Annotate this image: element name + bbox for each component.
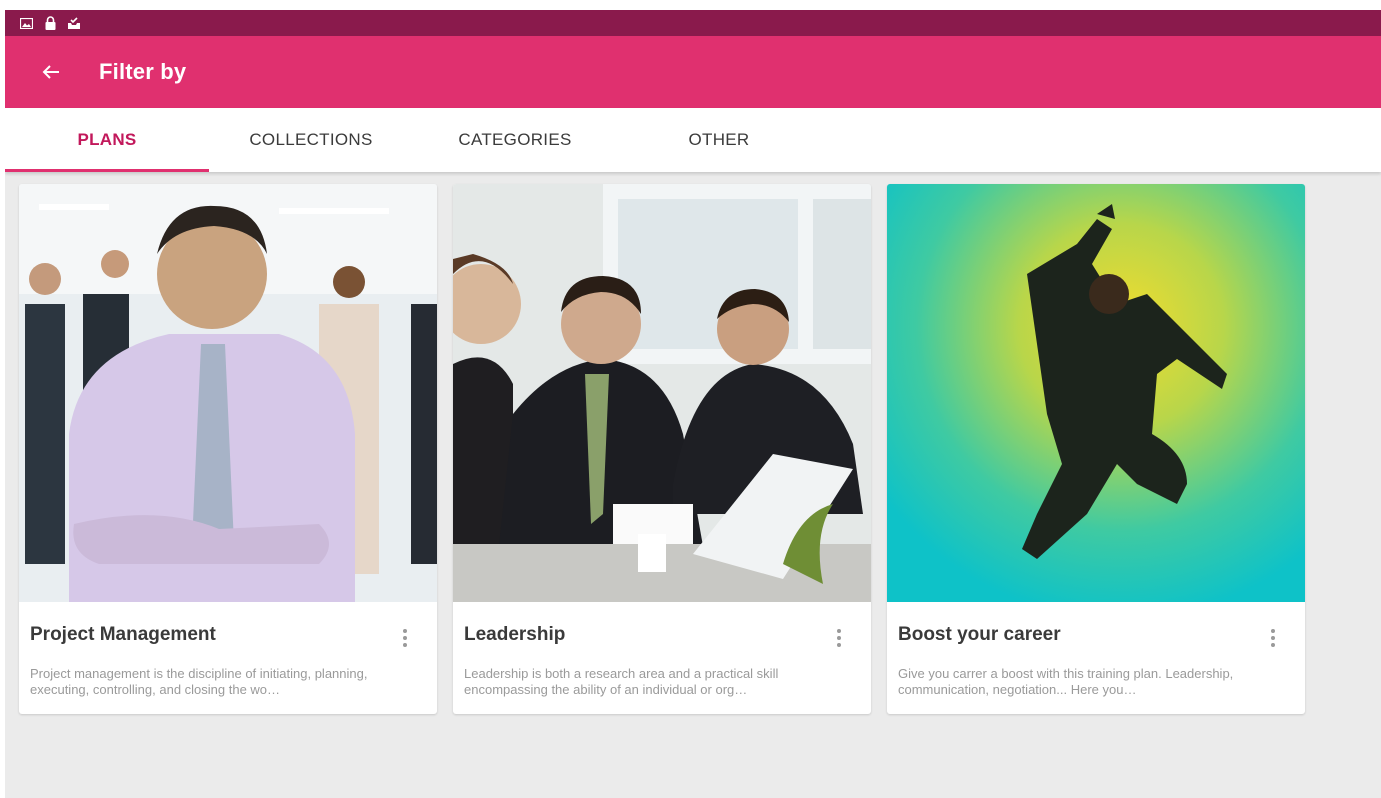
lock-icon xyxy=(43,16,57,30)
card-image xyxy=(887,184,1305,602)
plan-card-leadership[interactable]: Leadership Leadership is both a research… xyxy=(453,184,871,714)
tab-collections[interactable]: COLLECTIONS xyxy=(209,108,413,172)
card-menu-button[interactable] xyxy=(395,626,415,650)
card-title: Project Management xyxy=(30,624,216,645)
card-description: Leadership is both a research area and a… xyxy=(464,666,779,697)
page-title: Filter by xyxy=(99,59,187,84)
app-frame: Filter by PLANS COLLECTIONS CATEGORIES O… xyxy=(5,10,1381,798)
card-description: Give you carrer a boost with this traini… xyxy=(898,666,1234,697)
more-vertical-icon xyxy=(1271,629,1275,647)
app-bar: Filter by xyxy=(5,36,1381,108)
card-title: Leadership xyxy=(464,624,566,645)
card-image xyxy=(19,184,437,602)
status-bar xyxy=(5,10,1381,36)
card-menu-button[interactable] xyxy=(829,626,849,650)
plan-card-project-management[interactable]: Project Management Project management is… xyxy=(19,184,437,714)
more-vertical-icon xyxy=(403,629,407,647)
more-vertical-icon xyxy=(837,629,841,647)
tab-categories[interactable]: CATEGORIES xyxy=(413,108,617,172)
card-title: Boost your career xyxy=(898,624,1061,645)
back-button[interactable] xyxy=(37,58,65,86)
plan-card-boost-your-career[interactable]: Boost your career Give you carrer a boos… xyxy=(887,184,1305,714)
tab-bar: PLANS COLLECTIONS CATEGORIES OTHER xyxy=(5,108,1381,172)
inbox-check-icon xyxy=(67,16,81,30)
tab-other[interactable]: OTHER xyxy=(617,108,821,172)
plan-cards: Project Management Project management is… xyxy=(19,184,1305,714)
image-icon xyxy=(19,16,33,30)
card-menu-button[interactable] xyxy=(1263,626,1283,650)
tab-plans[interactable]: PLANS xyxy=(5,108,209,172)
card-description: Project management is the discipline of … xyxy=(30,666,368,697)
card-image xyxy=(453,184,871,602)
arrow-left-icon xyxy=(42,65,59,79)
